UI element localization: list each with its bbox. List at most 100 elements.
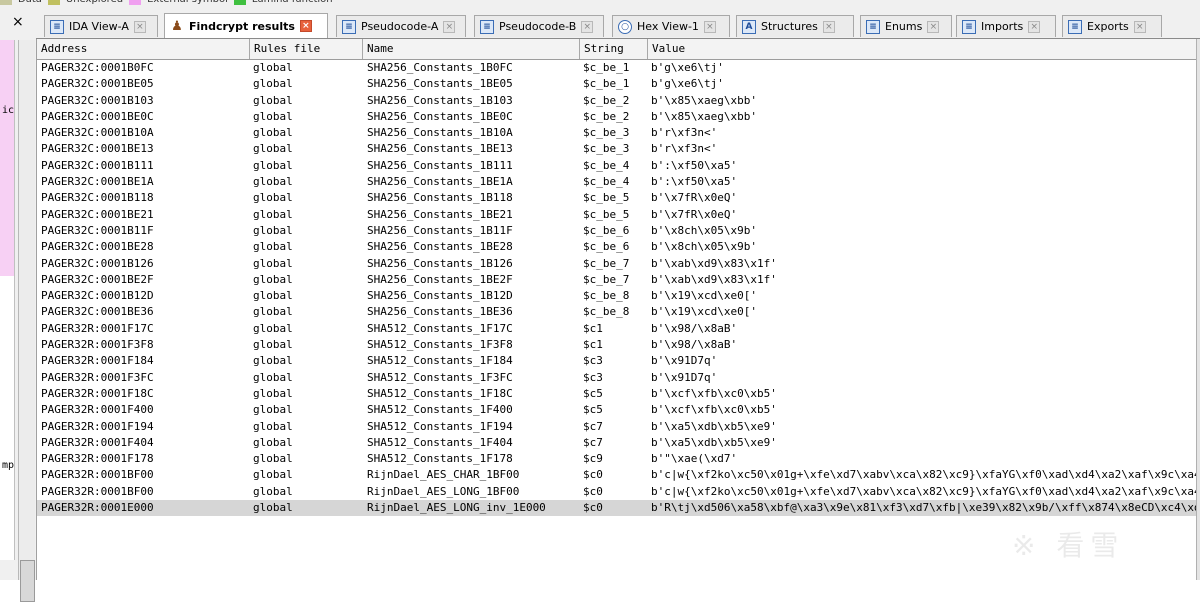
table-row[interactable]: PAGER32R:0001F194 global SHA512_Constants_…: [37, 419, 1196, 435]
table-row[interactable]: PAGER32C:0001BE2F global SHA256_Constants_…: [37, 272, 1196, 288]
right-scrollbar[interactable]: [1196, 39, 1200, 580]
table-row[interactable]: PAGER32C:0001BE05 global SHA256_Constants_…: [37, 76, 1196, 92]
cell-string: $c0: [583, 484, 603, 498]
table-row[interactable]: PAGER32C:0001BE36 global SHA256_Constants_…: [37, 304, 1196, 320]
cell-value: b'\xcf\xfb\xc0\xb5': [651, 403, 777, 417]
cell-address: PAGER32C:0001BE28: [41, 240, 154, 254]
close-tab-icon[interactable]: ×: [822, 20, 835, 33]
tab-label: Hex View-1: [637, 20, 699, 33]
table-row[interactable]: PAGER32C:0001B111 global SHA256_Constants_…: [37, 158, 1196, 174]
tab-pseudocode-a[interactable]: ≡ Pseudocode-A ×: [336, 15, 466, 37]
column-header-string[interactable]: String: [580, 39, 648, 59]
close-tab-icon[interactable]: ×: [581, 20, 594, 33]
cell-name: SHA256_Constants_1B126: [367, 256, 513, 270]
tab-findcrypt-results[interactable]: ♟ Findcrypt results ×: [164, 13, 328, 38]
table-row[interactable]: PAGER32C:0001BE13 global SHA256_Constants_…: [37, 141, 1196, 157]
cell-value: b'\x98/\x8aB': [651, 338, 738, 352]
tab-exports[interactable]: ≡ Exports ×: [1062, 15, 1162, 37]
cell-value: b'\xa5\xdb\xb5\xe9': [651, 419, 777, 433]
cell-address: PAGER32C:0001BE05: [41, 77, 154, 91]
cell-name: RijnDael_AES_CHAR_1BF00: [367, 468, 520, 482]
legend-label: Data: [18, 0, 42, 5]
table-row[interactable]: PAGER32C:0001B11F global SHA256_Constants_…: [37, 223, 1196, 239]
table-row[interactable]: PAGER32C:0001B0FC global SHA256_Constants_…: [37, 60, 1196, 76]
tab-label: Structures: [761, 20, 818, 33]
table-row[interactable]: PAGER32C:0001B10A global SHA256_Constants_…: [37, 125, 1196, 141]
table-row[interactable]: PAGER32C:0001BE0C global SHA256_Constants_…: [37, 109, 1196, 125]
cell-rules-file: global: [253, 175, 293, 189]
table-row[interactable]: PAGER32R:0001F178 global SHA512_Constants_…: [37, 451, 1196, 467]
close-tab-icon[interactable]: ×: [1133, 20, 1146, 33]
cell-name: SHA512_Constants_1F178: [367, 452, 513, 466]
table-row[interactable]: PAGER32C:0001BE21 global SHA256_Constants_…: [37, 207, 1196, 223]
close-tab-icon[interactable]: ×: [703, 20, 716, 33]
cell-string: $c_be_3: [583, 142, 630, 156]
left-fragment: ic: [2, 105, 15, 116]
column-header-address[interactable]: Address: [37, 39, 250, 59]
close-icon[interactable]: ×: [12, 14, 24, 30]
table-row[interactable]: PAGER32C:0001B12D global SHA256_Constants_…: [37, 288, 1196, 304]
cell-rules-file: global: [253, 93, 293, 107]
cell-rules-file: global: [253, 142, 293, 156]
table-row[interactable]: PAGER32R:0001F184 global SHA512_Constants_…: [37, 353, 1196, 369]
cell-value: b'r\xf3n<': [651, 142, 718, 156]
tab-pseudocode-b[interactable]: ≡ Pseudocode-B ×: [474, 15, 604, 37]
close-tab-icon[interactable]: ×: [443, 20, 456, 33]
close-tab-icon[interactable]: ×: [927, 20, 940, 33]
table-row[interactable]: PAGER32R:0001F404 global SHA512_Constants_…: [37, 435, 1196, 451]
close-tab-icon[interactable]: ×: [299, 20, 312, 32]
column-header-value[interactable]: Value: [648, 39, 1196, 59]
table-row[interactable]: PAGER32R:0001F400 global SHA512_Constants_…: [37, 402, 1196, 418]
findcrypt-results-table: Address Rules file Name String Value PAG…: [37, 39, 1196, 580]
cell-value: b'g\xe6\tj': [651, 61, 724, 74]
cell-name: SHA512_Constants_1F184: [367, 354, 513, 368]
cell-address: PAGER32R:0001BF00: [41, 484, 154, 498]
cell-rules-file: global: [253, 223, 293, 237]
tab-imports[interactable]: ≡ Imports ×: [956, 15, 1056, 37]
scrollbar-thumb[interactable]: [20, 560, 35, 602]
cell-address: PAGER32R:0001E000: [41, 501, 154, 515]
table-row[interactable]: PAGER32R:0001F3FC global SHA512_Constants_…: [37, 370, 1196, 386]
tab-hex-view-1[interactable]: ○ Hex View-1 ×: [612, 15, 730, 37]
cell-value: b'\xa5\xdb\xb5\xe9': [651, 435, 777, 449]
table-row[interactable]: PAGER32R:0001E000 global RijnDael_AES_LONG…: [37, 500, 1196, 517]
table-row[interactable]: PAGER32C:0001BE28 global SHA256_Constants_…: [37, 239, 1196, 255]
tab-label: Exports: [1087, 20, 1129, 33]
legend-label: Unexplored: [66, 0, 123, 5]
vertical-scrollbar[interactable]: [18, 40, 35, 602]
table-row[interactable]: PAGER32R:0001F17C global SHA512_Constants_…: [37, 321, 1196, 337]
table-row[interactable]: PAGER32R:0001F3F8 global SHA512_Constants_…: [37, 337, 1196, 353]
cell-rules-file: global: [253, 338, 293, 352]
cell-value: b'\xcf\xfb\xc0\xb5': [651, 386, 777, 400]
column-header-rules-file[interactable]: Rules file: [250, 39, 363, 59]
tab-label: Enums: [885, 20, 923, 33]
tab-ida-view-a[interactable]: ≡ IDA View-A ×: [44, 15, 158, 37]
watermark: ※ 看雪: [1012, 529, 1125, 562]
cell-string: $c7: [583, 435, 603, 449]
cell-name: SHA256_Constants_1BE21: [367, 207, 513, 221]
table-row[interactable]: PAGER32C:0001B126 global SHA256_Constants_…: [37, 256, 1196, 272]
table-row[interactable]: PAGER32R:0001F18C global SHA512_Constants_…: [37, 386, 1196, 402]
cell-address: PAGER32C:0001BE36: [41, 305, 154, 319]
cell-rules-file: global: [253, 452, 293, 466]
external-symbol-highlight: [0, 40, 14, 276]
cell-name: RijnDael_AES_LONG_inv_1E000: [367, 501, 546, 515]
tab-structures[interactable]: A Structures ×: [736, 15, 854, 37]
close-tab-icon[interactable]: ×: [1028, 20, 1041, 33]
table-row[interactable]: PAGER32C:0001B118 global SHA256_Constants_…: [37, 190, 1196, 206]
cell-value: b'\xab\xd9\x83\x1f': [651, 272, 777, 286]
tab-enums[interactable]: ≡ Enums ×: [860, 15, 952, 37]
cell-string: $c_be_1: [583, 77, 630, 91]
tab-label: Pseudocode-A: [361, 20, 439, 33]
cell-value: b'\x19\xcd\xe0[': [651, 305, 757, 319]
table-row[interactable]: PAGER32R:0001BF00 global RijnDael_AES_CHAR…: [37, 467, 1196, 483]
column-header-name[interactable]: Name: [363, 39, 580, 59]
tab-bar: ≡ IDA View-A × ♟ Findcrypt results × ≡ P…: [36, 8, 1200, 39]
cell-string: $c_be_5: [583, 207, 630, 221]
close-tab-icon[interactable]: ×: [133, 20, 146, 33]
table-row[interactable]: PAGER32C:0001B103 global SHA256_Constants_…: [37, 93, 1196, 109]
pseudocode-icon: ≡: [480, 19, 494, 34]
cell-address: PAGER32C:0001B12D: [41, 289, 154, 303]
table-row[interactable]: PAGER32C:0001BE1A global SHA256_Constants_…: [37, 174, 1196, 190]
table-row[interactable]: PAGER32R:0001BF00 global RijnDael_AES_LONG…: [37, 484, 1196, 500]
